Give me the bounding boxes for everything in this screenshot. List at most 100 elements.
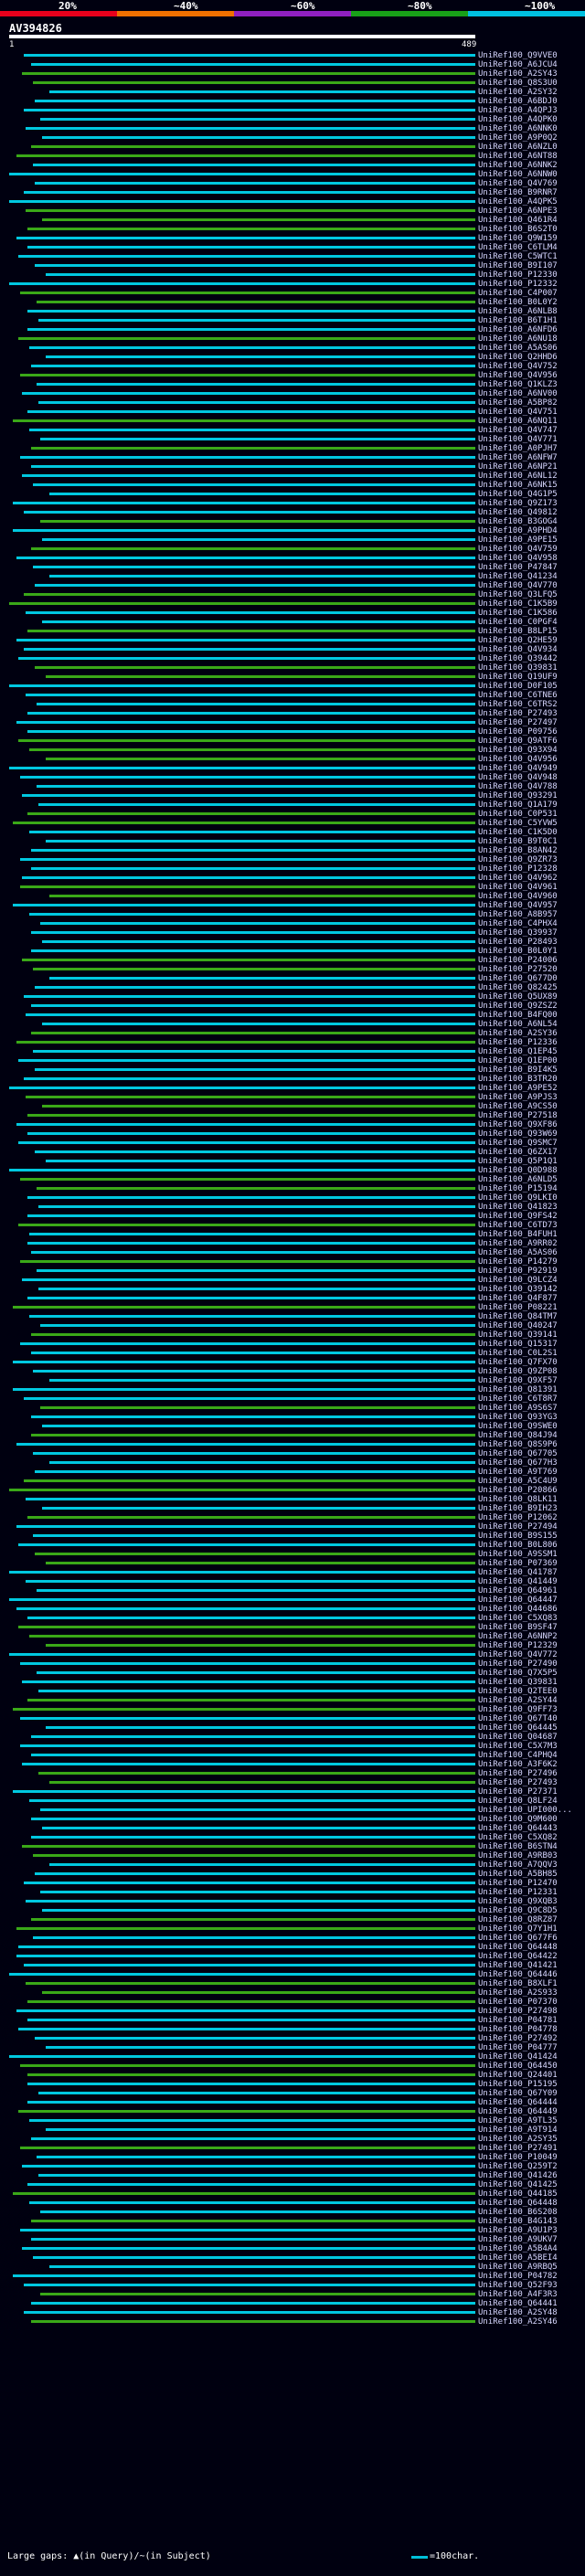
hit-row[interactable]: UniRef100_B9I107 [0, 261, 585, 270]
hit-label[interactable]: UniRef100_Q4V751 [478, 408, 558, 417]
hit-row[interactable]: UniRef100_P27493 [0, 1778, 585, 1787]
hit-label[interactable]: UniRef100_A5AS06 [478, 1248, 558, 1257]
hit-row[interactable]: UniRef100_A9PE52 [0, 1084, 585, 1093]
hit-label[interactable]: UniRef100_C6TD73 [478, 1221, 558, 1230]
hit-row[interactable]: UniRef100_B6STN4 [0, 1842, 585, 1851]
hit-label[interactable]: UniRef100_A6NT88 [478, 152, 558, 161]
hit-row[interactable]: UniRef100_D0F105 [0, 682, 585, 691]
hit-row[interactable]: UniRef100_A9TL35 [0, 2116, 585, 2125]
hit-row[interactable]: UniRef100_P12329 [0, 1641, 585, 1650]
hit-row[interactable]: UniRef100_Q9FF73 [0, 1705, 585, 1714]
hit-row[interactable]: UniRef100_B8LP15 [0, 627, 585, 636]
hit-label[interactable]: UniRef100_A6NL54 [478, 1020, 558, 1029]
hit-row[interactable]: UniRef100_Q9XQB3 [0, 1897, 585, 1906]
hit-label[interactable]: UniRef100_Q40247 [478, 1321, 558, 1330]
hit-row[interactable]: UniRef100_A5AS06 [0, 344, 585, 353]
hit-row[interactable]: UniRef100_P15195 [0, 2080, 585, 2089]
hit-label[interactable]: UniRef100_Q4V934 [478, 645, 558, 654]
hit-row[interactable]: UniRef100_Q93YG3 [0, 1413, 585, 1422]
hit-label[interactable]: UniRef100_Q4V770 [478, 581, 558, 590]
hit-label[interactable]: UniRef100_Q4V961 [478, 883, 558, 892]
hit-row[interactable]: UniRef100_Q9C8D5 [0, 1906, 585, 1915]
hit-row[interactable]: UniRef100_Q2HHD6 [0, 353, 585, 362]
hit-row[interactable]: UniRef100_A9T914 [0, 2125, 585, 2135]
hit-label[interactable]: UniRef100_C5XQ82 [478, 1833, 558, 1842]
hit-label[interactable]: UniRef100_Q52F93 [478, 2281, 558, 2290]
hit-row[interactable]: UniRef100_P27493 [0, 709, 585, 718]
hit-label[interactable]: UniRef100_Q4V956 [478, 371, 558, 380]
hit-row[interactable]: UniRef100_P28493 [0, 938, 585, 947]
hit-row[interactable]: UniRef100_C1K586 [0, 609, 585, 618]
hit-row[interactable]: UniRef100_Q64441 [0, 2299, 585, 2308]
hit-label[interactable]: UniRef100_Q9FS42 [478, 1212, 558, 1221]
hit-row[interactable]: UniRef100_Q4V769 [0, 179, 585, 188]
hit-row[interactable]: UniRef100_P12062 [0, 1513, 585, 1522]
hit-row[interactable]: UniRef100_Q4G1P5 [0, 490, 585, 499]
hit-label[interactable]: UniRef100_B6S2T0 [478, 225, 558, 234]
hit-row[interactable]: UniRef100_A2SY32 [0, 88, 585, 97]
hit-label[interactable]: UniRef100_Q82425 [478, 983, 558, 992]
hit-row[interactable]: UniRef100_B4FUH1 [0, 1230, 585, 1239]
hit-label[interactable]: UniRef100_P27518 [478, 1111, 558, 1120]
hit-row[interactable]: UniRef100_Q4V957 [0, 901, 585, 910]
hit-label[interactable]: UniRef100_P27493 [478, 709, 558, 718]
hit-label[interactable]: UniRef100_B0L0Y1 [478, 947, 558, 956]
hit-label[interactable]: UniRef100_Q9LKI0 [478, 1193, 558, 1203]
hit-label[interactable]: UniRef100_Q4V769 [478, 179, 558, 188]
hit-label[interactable]: UniRef100_Q7Y1H1 [478, 1924, 558, 1934]
hit-label[interactable]: UniRef100_P27491 [478, 2144, 558, 2153]
hit-label[interactable]: UniRef100_Q4F877 [478, 1294, 558, 1303]
hit-row[interactable]: UniRef100_Q4V961 [0, 883, 585, 892]
hit-label[interactable]: UniRef100_B8AN42 [478, 846, 558, 855]
hit-label[interactable]: UniRef100_Q64449 [478, 2107, 558, 2116]
hit-label[interactable]: UniRef100_Q9VVE0 [478, 51, 558, 60]
hit-label[interactable]: UniRef100_A6BDJ0 [478, 97, 558, 106]
hit-row[interactable]: UniRef100_Q2HE59 [0, 636, 585, 645]
hit-row[interactable]: UniRef100_Q6ZX17 [0, 1148, 585, 1157]
hit-label[interactable]: UniRef100_A9T769 [478, 1468, 558, 1477]
hit-label[interactable]: UniRef100_A8B957 [478, 910, 558, 919]
hit-row[interactable]: UniRef100_Q0D988 [0, 1166, 585, 1175]
hit-row[interactable]: UniRef100_B6S2T0 [0, 225, 585, 234]
hit-row[interactable]: UniRef100_P14279 [0, 1257, 585, 1267]
hit-row[interactable]: UniRef100_A6NL54 [0, 1020, 585, 1029]
hit-row[interactable]: UniRef100_A9RBQ5 [0, 2263, 585, 2272]
hit-label[interactable]: UniRef100_B4FQ00 [478, 1011, 558, 1020]
hit-label[interactable]: UniRef100_Q461R4 [478, 216, 558, 225]
hit-label[interactable]: UniRef100_A2SY36 [478, 1029, 558, 1038]
hit-row[interactable]: UniRef100_A6NL12 [0, 472, 585, 481]
hit-label[interactable]: UniRef100_Q64447 [478, 1595, 558, 1605]
hit-label[interactable]: UniRef100_C1K586 [478, 609, 558, 618]
hit-label[interactable]: UniRef100_B9I4K5 [478, 1065, 558, 1075]
hit-row[interactable]: UniRef100_A5BEI4 [0, 2253, 585, 2263]
hit-label[interactable]: UniRef100_P07370 [478, 1998, 558, 2007]
hit-label[interactable]: UniRef100_Q9SMC7 [478, 1139, 558, 1148]
hit-row[interactable]: UniRef100_A6NPE3 [0, 207, 585, 216]
hit-row[interactable]: UniRef100_C6TLM4 [0, 243, 585, 252]
hit-label[interactable]: UniRef100_C1K5D0 [478, 828, 558, 837]
hit-label[interactable]: UniRef100_A6NFW7 [478, 453, 558, 462]
hit-row[interactable]: UniRef100_A6NK15 [0, 481, 585, 490]
hit-label[interactable]: UniRef100_B9RNR7 [478, 188, 558, 197]
hit-row[interactable]: UniRef100_C4PHQ4 [0, 1751, 585, 1760]
hit-row[interactable]: UniRef100_P27492 [0, 2034, 585, 2043]
hit-row[interactable]: UniRef100_C0L2S1 [0, 1349, 585, 1358]
hit-row[interactable]: UniRef100_B9T0C1 [0, 837, 585, 846]
hit-label[interactable]: UniRef100_Q81391 [478, 1385, 558, 1394]
hit-label[interactable]: UniRef100_C0PGF4 [478, 618, 558, 627]
hit-row[interactable]: UniRef100_Q4V752 [0, 362, 585, 371]
hit-label[interactable]: UniRef100_A9SSM1 [478, 1550, 558, 1559]
hit-row[interactable]: UniRef100_P04781 [0, 2016, 585, 2025]
hit-label[interactable]: UniRef100_A5BH85 [478, 1870, 558, 1879]
hit-row[interactable]: UniRef100_C5YVW5 [0, 819, 585, 828]
hit-label[interactable]: UniRef100_Q9C8D5 [478, 1906, 558, 1915]
hit-row[interactable]: UniRef100_A6NT88 [0, 152, 585, 161]
hit-row[interactable]: UniRef100_A6NV00 [0, 389, 585, 398]
hit-label[interactable]: UniRef100_Q9ZP08 [478, 1367, 558, 1376]
hit-row[interactable]: UniRef100_Q4V747 [0, 426, 585, 435]
hit-row[interactable]: UniRef100_Q64447 [0, 1595, 585, 1605]
hit-row[interactable]: UniRef100_A9U1P3 [0, 2226, 585, 2235]
hit-label[interactable]: UniRef100_A6NU18 [478, 334, 558, 344]
hit-row[interactable]: UniRef100_A5C4U9 [0, 1477, 585, 1486]
hit-label[interactable]: UniRef100_P47847 [478, 563, 558, 572]
